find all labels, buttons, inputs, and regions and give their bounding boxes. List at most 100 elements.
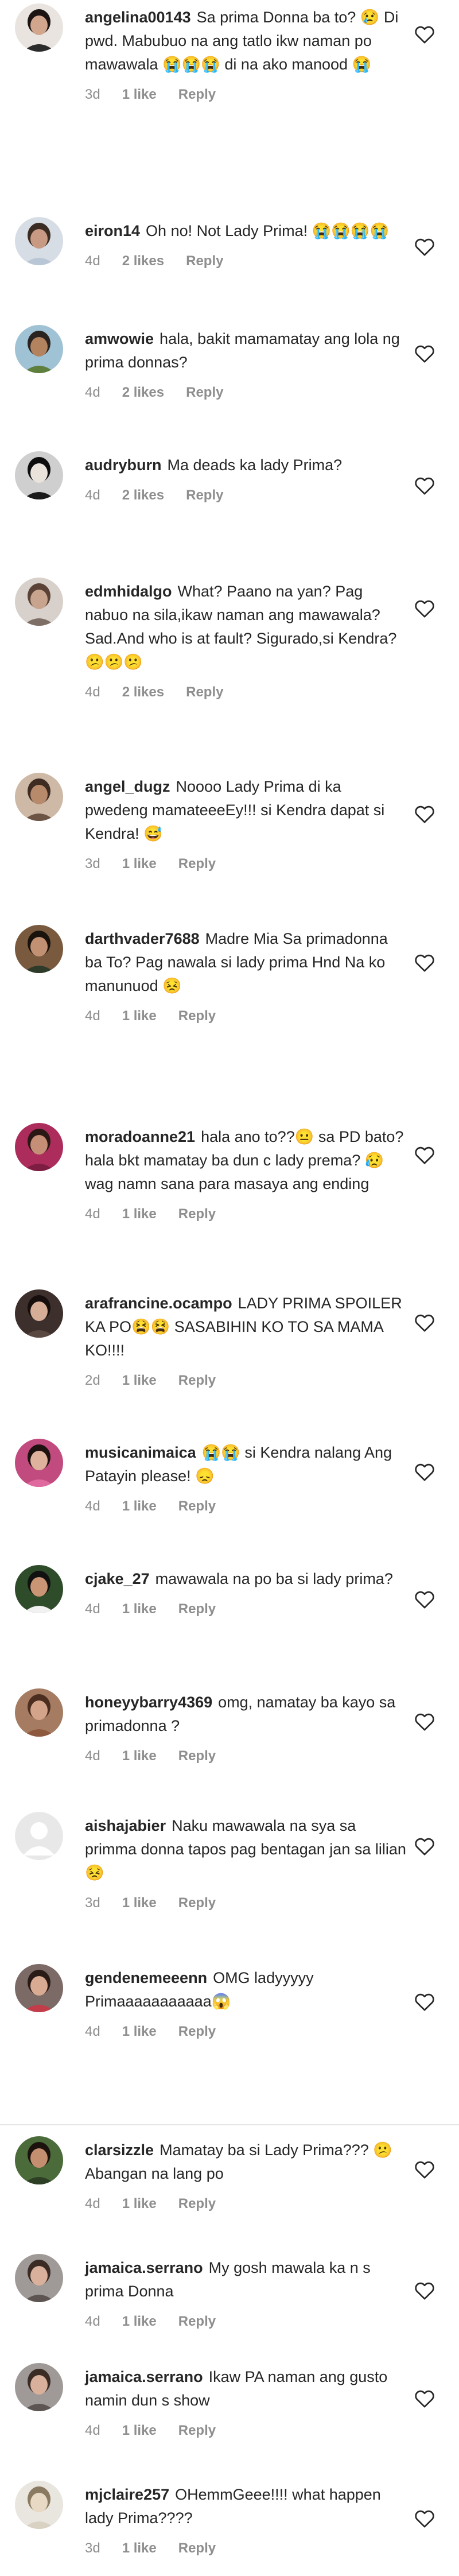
heart-outline-icon[interactable]	[413, 951, 436, 974]
comment-likes[interactable]: 1 like	[122, 2196, 157, 2211]
reply-button[interactable]: Reply	[178, 2024, 216, 2039]
reply-button[interactable]: Reply	[178, 856, 216, 871]
avatar[interactable]	[15, 2254, 63, 2302]
avatar[interactable]	[15, 2481, 63, 2529]
comment-likes[interactable]: 1 like	[122, 2540, 157, 2556]
heart-outline-icon[interactable]	[413, 1710, 436, 1733]
comment-username[interactable]: aishajabier	[85, 1817, 166, 1834]
heart-outline-icon[interactable]	[413, 235, 436, 258]
comment-age: 4d	[85, 2024, 100, 2039]
comment-body: audryburn Ma deads ka lady Prima? 4d 2 like…	[85, 454, 406, 503]
avatar[interactable]	[15, 3, 63, 52]
heart-outline-icon[interactable]	[413, 1311, 436, 1334]
avatar[interactable]	[15, 773, 63, 821]
heart-outline-icon[interactable]	[413, 1588, 436, 1611]
comment-meta: 4d 1 like Reply	[85, 2314, 406, 2330]
comment-username[interactable]: arafrancine.ocampo	[85, 1295, 232, 1312]
heart-outline-icon[interactable]	[413, 2279, 436, 2302]
reply-button[interactable]: Reply	[178, 1895, 216, 1911]
reply-button[interactable]: Reply	[178, 1373, 216, 1388]
heart-outline-icon[interactable]	[413, 1144, 436, 1167]
comment-username[interactable]: angelina00143	[85, 9, 191, 26]
comment-text: Ma deads ka lady Prima?	[167, 456, 343, 474]
comment-username[interactable]: gendenemeeenn	[85, 1969, 207, 1986]
comment-likes[interactable]: 2 likes	[122, 487, 164, 503]
comment-username[interactable]: amwowie	[85, 330, 154, 347]
comment-body: angelina00143 Sa prima Donna ba to? 😢 Di …	[85, 6, 406, 103]
avatar[interactable]	[15, 1812, 63, 1860]
comment-username[interactable]: audryburn	[85, 456, 162, 474]
comment-likes[interactable]: 1 like	[122, 1373, 157, 1388]
comment-username[interactable]: jamaica.serrano	[85, 2259, 203, 2276]
heart-outline-icon[interactable]	[413, 2158, 436, 2181]
reply-button[interactable]: Reply	[178, 2540, 216, 2556]
avatar[interactable]	[15, 1289, 63, 1338]
heart-outline-icon[interactable]	[413, 342, 436, 365]
avatar[interactable]	[15, 2136, 63, 2184]
comment-likes[interactable]: 2 likes	[122, 684, 164, 700]
reply-button[interactable]: Reply	[178, 1008, 216, 1024]
comment-username[interactable]: darthvader7688	[85, 930, 200, 947]
comment-meta: 4d 1 like Reply	[85, 2196, 406, 2212]
comment-likes[interactable]: 1 like	[122, 1206, 157, 1222]
comment-likes[interactable]: 1 like	[122, 1748, 157, 1764]
reply-button[interactable]: Reply	[178, 2423, 216, 2438]
reply-button[interactable]: Reply	[178, 1498, 216, 1514]
heart-outline-icon[interactable]	[413, 1835, 436, 1858]
avatar[interactable]	[15, 217, 63, 265]
heart-outline-icon[interactable]	[413, 2387, 436, 2410]
comment-likes[interactable]: 1 like	[122, 1601, 157, 1617]
comment-likes[interactable]: 2 likes	[122, 253, 164, 269]
comment-meta: 4d 2 likes Reply	[85, 487, 406, 503]
comment-username[interactable]: clarsizzle	[85, 2141, 154, 2159]
comment-username[interactable]: jamaica.serrano	[85, 2368, 203, 2385]
heart-outline-icon[interactable]	[413, 23, 436, 46]
avatar[interactable]	[15, 925, 63, 973]
comment-username[interactable]: edmhidalgo	[85, 583, 172, 600]
comment-username[interactable]: eiron14	[85, 222, 140, 239]
comment-username[interactable]: musicanimaica	[85, 1444, 196, 1461]
reply-button[interactable]: Reply	[186, 385, 223, 400]
comment-text: Oh no! Not Lady Prima! 😭😭😭😭	[146, 222, 390, 239]
reply-button[interactable]: Reply	[178, 1748, 216, 1764]
avatar[interactable]	[15, 1964, 63, 2012]
comment-likes[interactable]: 1 like	[122, 856, 157, 871]
reply-button[interactable]: Reply	[178, 2196, 216, 2211]
comment-likes[interactable]: 1 like	[122, 2314, 157, 2329]
avatar[interactable]	[15, 1123, 63, 1171]
comment-age: 4d	[85, 253, 100, 269]
comment-username[interactable]: mjclaire257	[85, 2486, 169, 2503]
avatar[interactable]	[15, 2363, 63, 2411]
avatar[interactable]	[15, 1688, 63, 1737]
reply-button[interactable]: Reply	[186, 253, 223, 269]
heart-outline-icon[interactable]	[413, 2507, 436, 2530]
avatar[interactable]	[15, 451, 63, 499]
comment-likes[interactable]: 1 like	[122, 2423, 157, 2438]
comment-username[interactable]: cjake_27	[85, 1570, 150, 1587]
comment-likes[interactable]: 2 likes	[122, 385, 164, 400]
comment-username[interactable]: honeyybarry4369	[85, 1694, 212, 1711]
comment-likes[interactable]: 1 like	[122, 1895, 157, 1911]
heart-outline-icon[interactable]	[413, 1990, 436, 2013]
avatar[interactable]	[15, 325, 63, 373]
avatar[interactable]	[15, 1439, 63, 1487]
comment-likes[interactable]: 1 like	[122, 87, 157, 102]
reply-button[interactable]: Reply	[178, 1601, 216, 1617]
avatar[interactable]	[15, 578, 63, 626]
comment-likes[interactable]: 1 like	[122, 1498, 157, 1514]
heart-outline-icon[interactable]	[413, 1461, 436, 1483]
reply-button[interactable]: Reply	[178, 2314, 216, 2329]
comment-username[interactable]: angel_dugz	[85, 778, 170, 795]
comment-username[interactable]: moradoanne21	[85, 1128, 195, 1145]
comment-meta: 3d 1 like Reply	[85, 856, 406, 872]
heart-outline-icon[interactable]	[413, 597, 436, 620]
reply-button[interactable]: Reply	[186, 487, 223, 503]
comment-likes[interactable]: 1 like	[122, 1008, 157, 1024]
heart-outline-icon[interactable]	[413, 474, 436, 497]
reply-button[interactable]: Reply	[186, 684, 223, 700]
reply-button[interactable]: Reply	[178, 87, 216, 102]
heart-outline-icon[interactable]	[413, 803, 436, 826]
avatar[interactable]	[15, 1565, 63, 1613]
comment-likes[interactable]: 1 like	[122, 2024, 157, 2039]
reply-button[interactable]: Reply	[178, 1206, 216, 1222]
